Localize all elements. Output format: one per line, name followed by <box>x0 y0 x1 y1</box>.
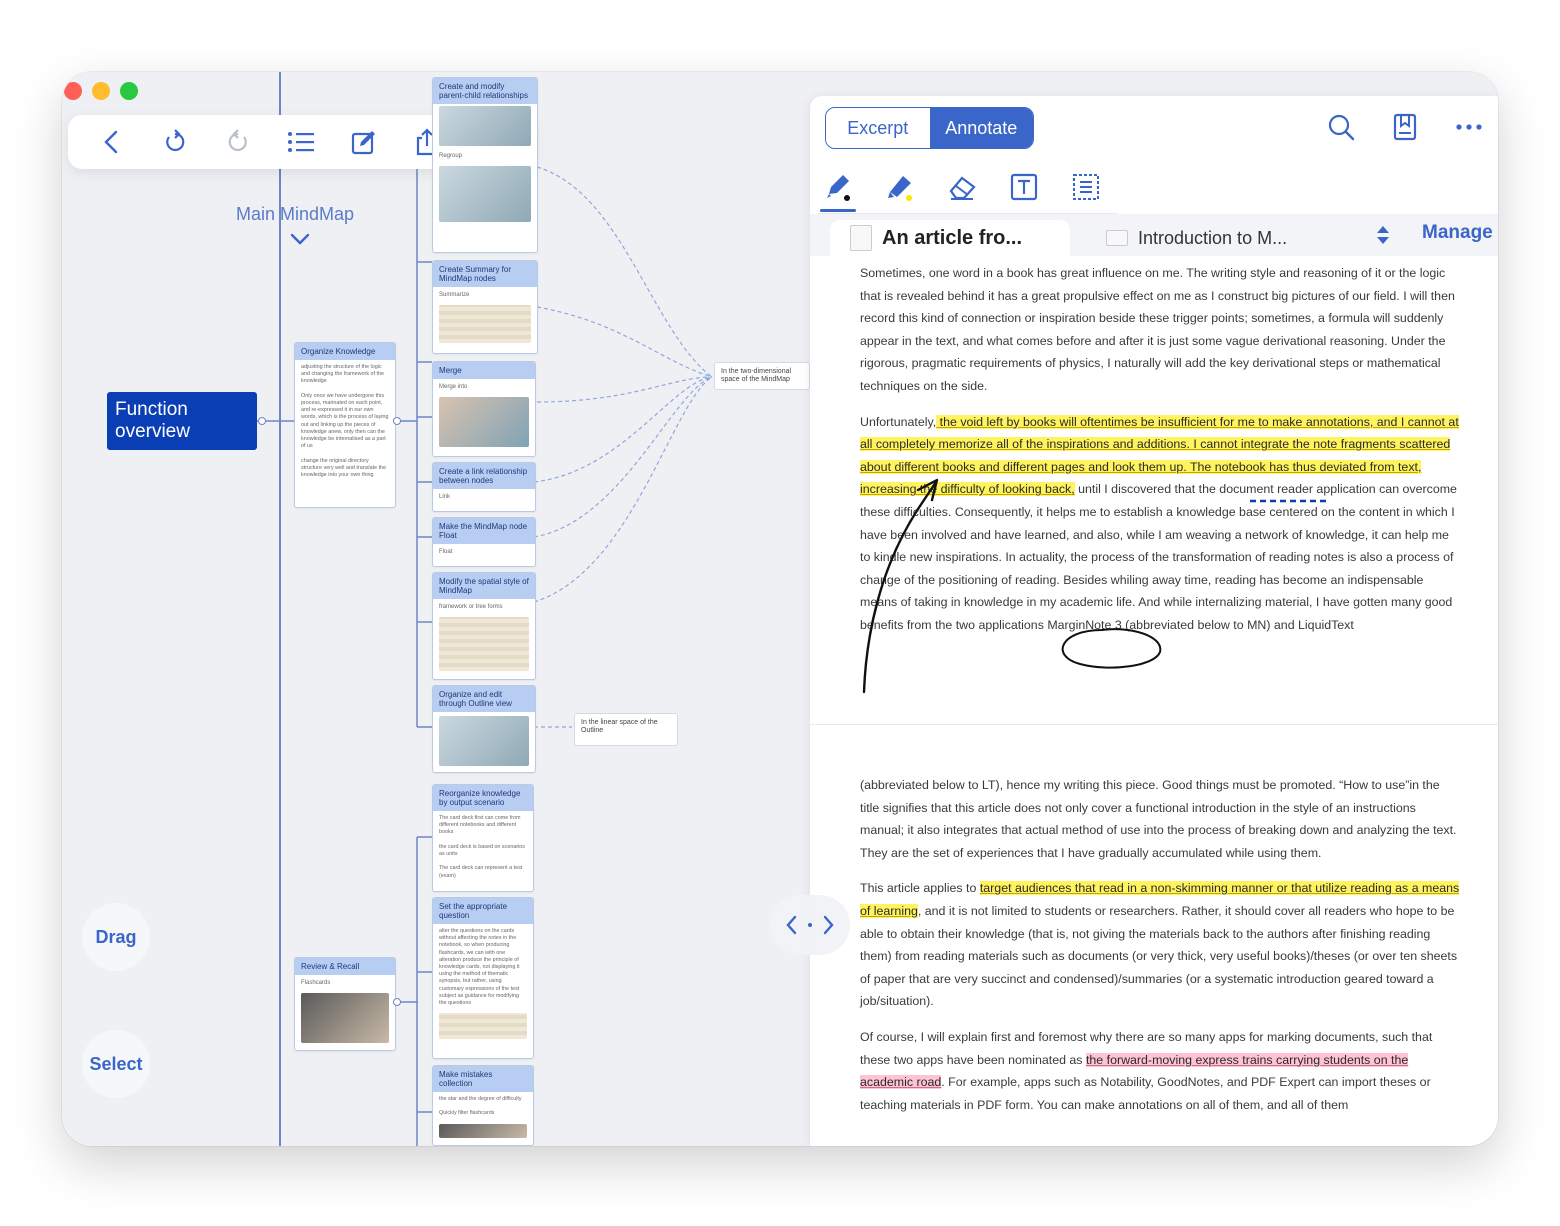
card-image <box>439 716 529 766</box>
card-body: adjusting the structure of the logic and… <box>301 364 389 479</box>
card-spatial-style[interactable]: Modify the spatial style of MindMap fram… <box>432 572 536 680</box>
card-image <box>439 305 531 343</box>
document-reader: Excerpt Annotate An article fro... Intro… <box>810 96 1498 1146</box>
card-title: Review & Recall <box>295 958 395 975</box>
card-subtitle: The card deck first can come from differ… <box>439 815 526 879</box>
mindmap-canvas[interactable]: Main MindMap Function overview Organize … <box>62 72 810 1146</box>
card-outline-view[interactable]: Organize and edit through Outline view <box>432 685 536 773</box>
card-title: Create and modify parent-child relations… <box>433 78 537 104</box>
card-parent-child[interactable]: Create and modify parent-child relations… <box>432 77 538 253</box>
select-button[interactable]: Select <box>82 1030 150 1098</box>
minimize-window-button[interactable] <box>92 82 110 100</box>
document-page-2[interactable]: (abbreviated below to LT), hence my writ… <box>860 774 1460 1129</box>
pen-icon[interactable] <box>818 164 858 212</box>
card-title: Make mistakes collection <box>433 1066 533 1092</box>
card-image <box>439 166 531 222</box>
card-mistakes[interactable]: Make mistakes collection the star and th… <box>432 1065 534 1146</box>
textbox-icon[interactable] <box>1004 164 1044 210</box>
card-subtitle: Merge into <box>439 384 468 390</box>
drag-button[interactable]: Drag <box>82 903 150 971</box>
card-title: Organize and edit through Outline view <box>433 686 535 712</box>
card-summary[interactable]: Create Summary for MindMap nodes Summari… <box>432 260 538 354</box>
card-image <box>439 1123 527 1138</box>
card-subtitle: alter the questions on the cards without… <box>439 928 520 1007</box>
card-subtitle: the star and the degree of difficulty Qu… <box>439 1096 522 1117</box>
eraser-icon[interactable] <box>942 164 982 210</box>
card-body: Flashcards <box>301 980 331 986</box>
split-view-handle[interactable] <box>770 895 850 955</box>
label-linear-space[interactable]: In the linear space of the Outline <box>574 713 678 746</box>
tab-label: Introduction to M... <box>1138 227 1288 248</box>
split-arrows-icon <box>786 915 834 935</box>
manage-button[interactable]: Manage <box>1422 222 1493 244</box>
connector-dot <box>393 998 401 1006</box>
mindmap-title[interactable]: Main MindMap <box>236 204 354 225</box>
card-title: Modify the spatial style of MindMap <box>433 573 535 599</box>
highlighter-icon[interactable] <box>880 164 920 210</box>
card-title: Create Summary for MindMap nodes <box>433 261 537 287</box>
label-2d-space[interactable]: In the two-dimensional space of the Mind… <box>714 362 810 390</box>
back-icon[interactable] <box>92 122 132 162</box>
annotation-tools <box>818 164 1118 214</box>
paragraph: (abbreviated below to LT), hence my writ… <box>860 778 1457 860</box>
document-page-1[interactable]: Sometimes, one word in a book has great … <box>860 262 1460 650</box>
card-float[interactable]: Make the MindMap node Float Float <box>432 517 536 567</box>
document-icon <box>850 225 872 251</box>
paragraph: Unfortunately, the void left by books wi… <box>860 414 1459 632</box>
card-title: Merge <box>433 362 535 379</box>
window-controls <box>64 82 138 100</box>
tab-active-document[interactable]: An article fro... <box>830 220 1070 256</box>
card-title: Make the MindMap node Float <box>433 518 535 544</box>
reader-actions <box>1322 108 1488 146</box>
card-image <box>439 106 531 146</box>
card-subtitle: Summarize <box>439 292 470 298</box>
card-subtitle: Link <box>439 494 451 500</box>
sort-updown-icon[interactable] <box>1376 224 1390 251</box>
annotate-tab[interactable]: Annotate <box>929 108 1033 148</box>
page-separator <box>810 724 1498 725</box>
card-title: Reorganize knowledge by output scenario <box>433 785 533 811</box>
paragraph: Of course, I will explain first and fore… <box>860 1029 1433 1112</box>
tab-inactive-document[interactable]: Introduction to M... <box>1102 220 1312 256</box>
card-link[interactable]: Create a link relationship between nodes… <box>432 462 536 512</box>
chevron-down-icon[interactable] <box>290 232 310 250</box>
card-title: Create a link relationship between nodes <box>433 463 535 489</box>
connector-dot <box>393 417 401 425</box>
paragraph: This article applies to target audiences… <box>860 881 1460 1009</box>
list-icon[interactable] <box>281 122 321 162</box>
branch-organize-knowledge[interactable]: Organize Knowledge adjusting the structu… <box>294 342 396 508</box>
document-tabs: An article fro... Introduction to M... <box>810 214 1498 256</box>
card-set-question[interactable]: Set the appropriate question alter the q… <box>432 897 534 1059</box>
edit-icon[interactable] <box>344 122 384 162</box>
card-image <box>301 993 389 1043</box>
app-window: Main MindMap Function overview Organize … <box>62 72 1498 1146</box>
tab-label: An article fro... <box>882 226 1023 249</box>
card-reorganize[interactable]: Reorganize knowledge by output scenario … <box>432 784 534 892</box>
branch-review-recall[interactable]: Review & Recall Flashcards <box>294 957 396 1051</box>
card-subtitle: Float <box>439 549 453 555</box>
redo-icon[interactable] <box>218 122 258 162</box>
card-subtitle: framework or tree forms <box>439 604 503 610</box>
root-node[interactable]: Function overview <box>107 392 257 450</box>
card-subtitle: Regroup <box>439 153 463 159</box>
paragraph: Sometimes, one word in a book has great … <box>860 266 1455 393</box>
card-image <box>439 397 529 447</box>
undo-icon[interactable] <box>155 122 195 162</box>
mode-segmented-control: Excerpt Annotate <box>825 107 1034 149</box>
more-icon[interactable] <box>1450 108 1488 146</box>
close-window-button[interactable] <box>64 82 82 100</box>
card-image <box>439 1013 527 1040</box>
lasso-select-icon[interactable] <box>1066 164 1106 210</box>
outline-divider-line <box>279 72 281 1146</box>
card-title: Set the appropriate question <box>433 898 533 924</box>
search-icon[interactable] <box>1322 108 1360 146</box>
document-icon <box>1106 230 1128 246</box>
card-title: Organize Knowledge <box>295 343 395 360</box>
excerpt-tab[interactable]: Excerpt <box>826 108 930 148</box>
connector-dot <box>258 417 266 425</box>
card-merge[interactable]: Merge Merge into <box>432 361 536 457</box>
bookmark-icon[interactable] <box>1386 108 1424 146</box>
maximize-window-button[interactable] <box>120 82 138 100</box>
card-image <box>439 617 529 671</box>
